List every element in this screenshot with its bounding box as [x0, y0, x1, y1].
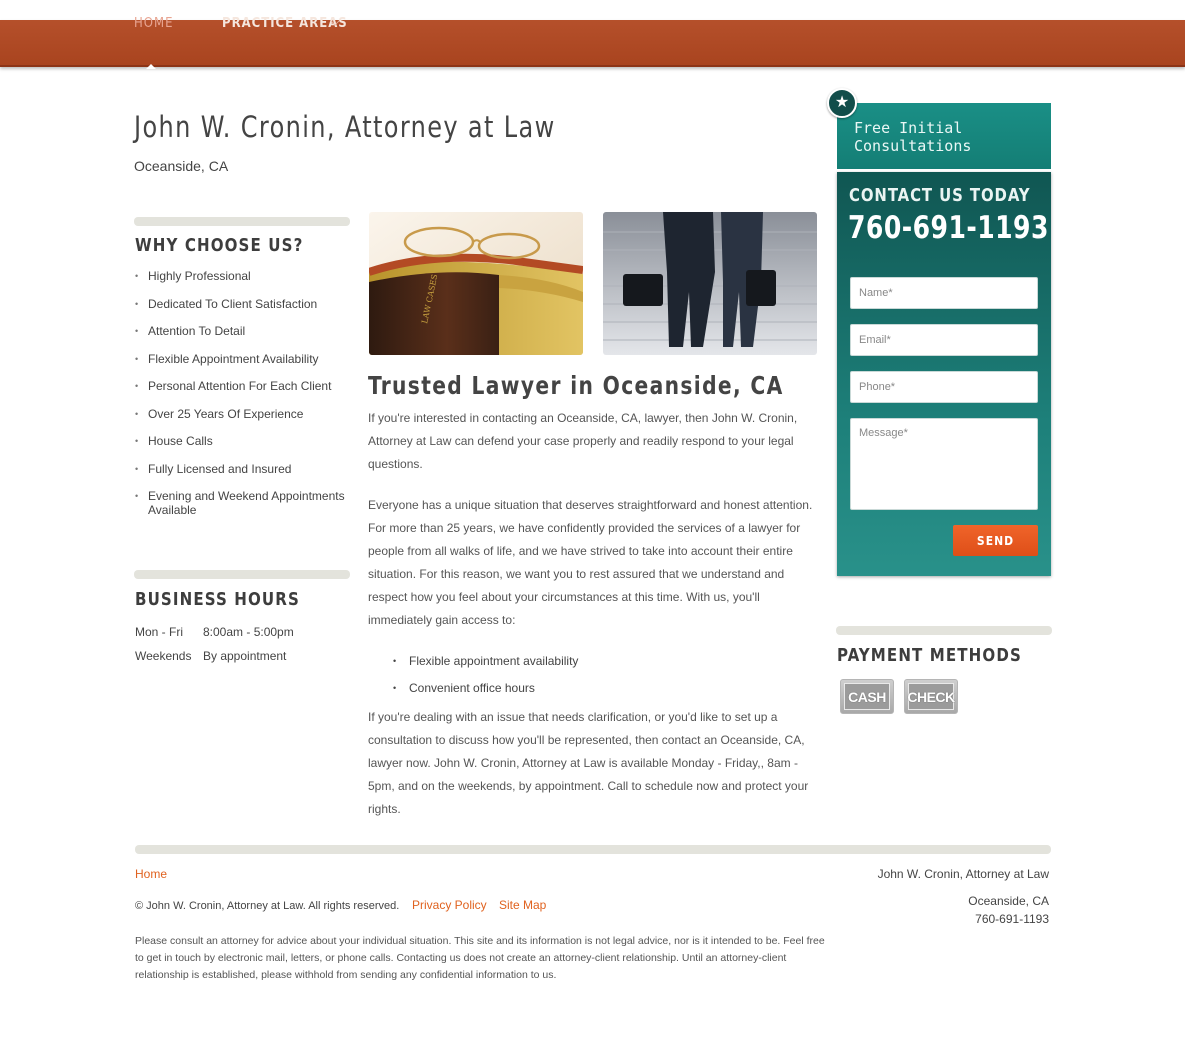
free-consultation-label: Free Initial Consultations	[854, 119, 972, 155]
list-item: Convenient office hours	[393, 675, 578, 702]
page-title: John W. Cronin, Attorney at Law	[134, 110, 556, 144]
check-payment-icon: CHECK	[904, 679, 958, 714]
hours-time: By appointment	[203, 649, 287, 663]
section-divider	[134, 217, 350, 226]
section-divider	[134, 570, 350, 579]
cash-label: CASH	[844, 683, 890, 710]
site-map-link[interactable]: Site Map	[499, 898, 546, 912]
footer-divider	[135, 845, 1051, 854]
benefits-list: Flexible appointment availability Conven…	[393, 648, 578, 702]
star-icon: ★	[827, 88, 857, 118]
business-hours-table: Mon - Fri 8:00am - 5:00pm Weekends By ap…	[135, 625, 294, 673]
footer-home-link[interactable]: Home	[135, 867, 167, 881]
phone-field[interactable]	[850, 371, 1038, 403]
closing-paragraph: If you're dealing with an issue that nee…	[368, 710, 809, 816]
email-field[interactable]	[850, 324, 1038, 356]
lawyers-walking-image	[603, 212, 817, 355]
list-item: Flexible appointment availability	[393, 648, 578, 675]
body-paragraph: Everyone has a unique situation that des…	[368, 498, 813, 627]
footer-phone: 760-691-1193	[975, 912, 1049, 926]
hours-time: 8:00am - 5:00pm	[203, 625, 294, 639]
nav-home[interactable]: HOME	[134, 16, 173, 31]
page-subtitle-location: Oceanside, CA	[134, 158, 229, 174]
list-item: House Calls	[135, 434, 350, 448]
law-books-image: LAW CASES	[369, 212, 583, 355]
nav-practice-areas[interactable]: PRACTICE AREAS	[222, 16, 348, 31]
message-field[interactable]	[850, 418, 1038, 510]
list-item: Dedicated To Client Satisfaction	[135, 297, 350, 311]
list-item: Attention To Detail	[135, 324, 350, 338]
footer-city: Oceanside, CA	[968, 894, 1049, 908]
active-nav-indicator	[146, 64, 156, 69]
list-item: Fully Licensed and Insured	[135, 462, 350, 476]
section-divider	[836, 626, 1052, 635]
business-hours-heading: BUSINESS HOURS	[135, 589, 300, 610]
intro-paragraph: If you're interested in contacting an Oc…	[368, 411, 798, 471]
contact-heading: CONTACT US TODAY	[849, 185, 1031, 206]
legal-disclaimer: Please consult an attorney for advice ab…	[135, 935, 825, 981]
list-item: Flexible Appointment Availability	[135, 352, 350, 366]
why-choose-heading: WHY CHOOSE US?	[135, 235, 304, 256]
main-heading: Trusted Lawyer in Oceanside, CA	[368, 371, 784, 400]
hours-row: Weekends By appointment	[135, 649, 294, 673]
list-item: Personal Attention For Each Client	[135, 379, 350, 393]
hours-row: Mon - Fri 8:00am - 5:00pm	[135, 625, 294, 649]
check-label: CHECK	[907, 683, 955, 710]
contact-phone-link[interactable]: 760-691-1193	[848, 210, 1049, 246]
list-item: Over 25 Years Of Experience	[135, 407, 350, 421]
name-field[interactable]	[850, 277, 1038, 309]
why-choose-list: Highly Professional Dedicated To Client …	[135, 269, 350, 531]
hours-day: Mon - Fri	[135, 625, 183, 639]
hours-day: Weekends	[135, 649, 192, 663]
copyright-text: © John W. Cronin, Attorney at Law. All r…	[135, 900, 400, 912]
footer-firm-name: John W. Cronin, Attorney at Law	[877, 867, 1049, 881]
privacy-policy-link[interactable]: Privacy Policy	[412, 898, 487, 912]
send-button[interactable]: SEND	[953, 525, 1038, 556]
list-item: Highly Professional	[135, 269, 350, 283]
payment-methods-heading: PAYMENT METHODS	[837, 645, 1022, 666]
top-nav	[0, 20, 1185, 67]
list-item: Evening and Weekend Appointments Availab…	[135, 489, 350, 517]
cash-payment-icon: CASH	[840, 679, 894, 714]
